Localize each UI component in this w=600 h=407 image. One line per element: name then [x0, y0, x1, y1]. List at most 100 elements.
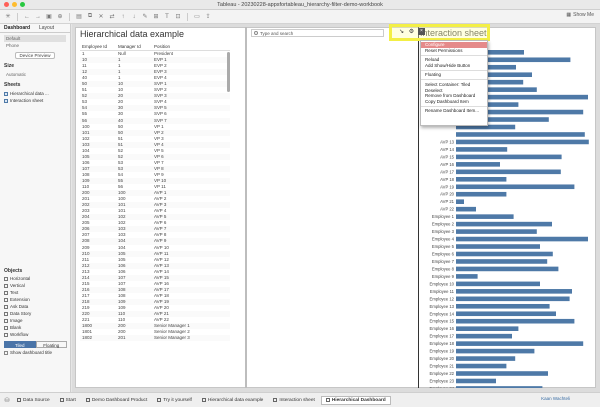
- datasource-icon[interactable]: ⛁: [3, 396, 11, 404]
- object-ask-data[interactable]: Ask Data: [4, 304, 67, 309]
- share-icon[interactable]: ⇪: [204, 13, 212, 21]
- chart-bar[interactable]: [456, 139, 589, 145]
- chart-bar[interactable]: [456, 244, 540, 249]
- sheet-tab[interactable]: Start: [56, 396, 80, 405]
- new-sheet-icon[interactable]: ▤: [75, 13, 83, 21]
- clear-icon[interactable]: ✕: [97, 13, 105, 21]
- menu-item-rename-dashboard-item[interactable]: Rename Dashboard Item...: [421, 108, 487, 114]
- close-icon[interactable]: ×: [418, 28, 425, 35]
- maximize-window-icon[interactable]: [20, 2, 25, 7]
- group-icon[interactable]: ⊞: [152, 13, 160, 21]
- object-image[interactable]: Image: [4, 318, 67, 323]
- close-window-icon[interactable]: [4, 2, 9, 7]
- menu-item-copy-dashboard-item[interactable]: Copy Dashboard Item: [421, 99, 487, 105]
- menu-item-reset-permissions[interactable]: Reset Permissions: [421, 48, 487, 54]
- floating-button[interactable]: Floating: [35, 341, 67, 348]
- chart-bar[interactable]: [456, 191, 507, 197]
- tab-dashboard[interactable]: Dashboard: [0, 25, 35, 31]
- chart-bar[interactable]: [456, 296, 570, 302]
- chart-bar[interactable]: [456, 132, 585, 137]
- sort-desc-icon[interactable]: ↓: [130, 13, 138, 21]
- chart-bar[interactable]: [456, 348, 535, 354]
- chart-bar[interactable]: [456, 341, 584, 346]
- more-options-icon[interactable]: ⚙: [408, 29, 415, 36]
- chart-bar[interactable]: [456, 274, 478, 279]
- sheet-tab[interactable]: Demo Dashboard Product: [82, 396, 151, 405]
- tiled-button[interactable]: Tiled: [4, 341, 36, 348]
- chart-bar[interactable]: [456, 221, 552, 227]
- show-me-button[interactable]: ▦ Show Me: [566, 12, 594, 18]
- chart-bar[interactable]: [456, 259, 548, 264]
- chart-bar[interactable]: [456, 371, 548, 376]
- pin-icon[interactable]: ⊡: [174, 13, 182, 21]
- sheet-item-hierarchical[interactable]: Hierarchical data ...: [4, 90, 66, 97]
- chart-bar[interactable]: [456, 266, 559, 272]
- tableau-logo-icon[interactable]: ✳: [4, 13, 12, 21]
- chart-bar[interactable]: [456, 311, 556, 317]
- chart-bar[interactable]: [456, 147, 508, 152]
- chart-bar[interactable]: [456, 199, 464, 204]
- object-blank[interactable]: Blank: [4, 325, 67, 330]
- chart-bar[interactable]: [456, 206, 476, 212]
- chart-bar[interactable]: [456, 154, 562, 160]
- sheet-tab[interactable]: Interaction sheet: [269, 396, 318, 405]
- sheet-tab[interactable]: Try it yourself: [153, 396, 196, 405]
- chart-bar[interactable]: [456, 289, 572, 294]
- back-icon[interactable]: ←: [23, 13, 31, 21]
- object-data-story[interactable]: Data Story: [4, 311, 67, 316]
- hierarchy-table[interactable]: Employee Id Manager Id Position 1 Null Pre…: [80, 44, 230, 384]
- user-name[interactable]: Kaan Wachteli: [541, 396, 570, 401]
- minimize-window-icon[interactable]: [12, 2, 17, 7]
- chart-bar[interactable]: [456, 176, 507, 182]
- chart-bar[interactable]: [456, 386, 543, 388]
- chart-bar[interactable]: [456, 162, 500, 167]
- window-controls[interactable]: [4, 2, 25, 7]
- menu-item-add-show-hide-button[interactable]: Add Show/Hide Button: [421, 63, 487, 69]
- device-default[interactable]: Default: [4, 35, 66, 42]
- swap-icon[interactable]: ⇄: [108, 13, 116, 21]
- sort-asc-icon[interactable]: ↑: [119, 13, 127, 21]
- chart-bar[interactable]: [456, 318, 575, 324]
- col-manager-id[interactable]: Manager Id: [116, 44, 152, 50]
- chart-bar[interactable]: [456, 281, 540, 287]
- device-preview-button[interactable]: Device Preview: [15, 52, 55, 59]
- size-dropdown[interactable]: Automatic: [4, 71, 66, 78]
- goto-sheet-icon[interactable]: ↘: [398, 29, 405, 36]
- col-position[interactable]: Position: [152, 44, 230, 50]
- object-text[interactable]: Text: [4, 290, 67, 295]
- chart-bar[interactable]: [456, 363, 507, 369]
- table-scrollbar[interactable]: [227, 52, 230, 92]
- labels-icon[interactable]: T: [163, 13, 171, 21]
- object-vertical[interactable]: Vertical: [4, 283, 67, 288]
- table-row[interactable]: 1802 201 Senior Manager 3: [80, 335, 230, 342]
- tab-layout[interactable]: Layout: [35, 25, 70, 31]
- chart-bar[interactable]: [456, 214, 514, 219]
- highlight-icon[interactable]: ✎: [141, 13, 149, 21]
- sheet-tab[interactable]: Hierarchical Dashboard: [320, 395, 391, 405]
- pane-divider[interactable]: [245, 27, 247, 388]
- chart-bar[interactable]: [456, 356, 516, 361]
- chart-bar[interactable]: [456, 251, 553, 257]
- chart-bar[interactable]: [456, 326, 519, 331]
- col-employee-id[interactable]: Employee Id: [80, 44, 116, 50]
- menu-item-floating[interactable]: Floating: [421, 72, 487, 78]
- object-workflow[interactable]: Workflow: [4, 332, 67, 337]
- object-horizontal[interactable]: Horizontal: [4, 276, 67, 281]
- add-datasource-icon[interactable]: ⊕: [56, 13, 64, 21]
- sheet-tab[interactable]: Data Source: [13, 396, 54, 405]
- object-extension[interactable]: Extension: [4, 297, 67, 302]
- save-icon[interactable]: ▣: [45, 13, 53, 21]
- duplicate-icon[interactable]: ⧉: [86, 13, 94, 21]
- chart-bar[interactable]: [456, 229, 537, 234]
- chart-bar[interactable]: [456, 303, 550, 309]
- chart-bar[interactable]: [456, 169, 561, 175]
- device-phone[interactable]: Phone: [4, 42, 66, 49]
- search-input[interactable]: Type and search: [251, 29, 384, 37]
- sheet-tab[interactable]: Hierarchical data example: [198, 396, 267, 405]
- chart-bar[interactable]: [456, 333, 512, 339]
- forward-icon[interactable]: →: [34, 13, 42, 21]
- chart-bar[interactable]: [456, 378, 496, 384]
- chart-bar[interactable]: [456, 184, 575, 190]
- sheet-item-interaction[interactable]: Interaction sheet: [4, 97, 66, 104]
- show-title-checkbox[interactable]: Show dashboard title: [0, 348, 71, 357]
